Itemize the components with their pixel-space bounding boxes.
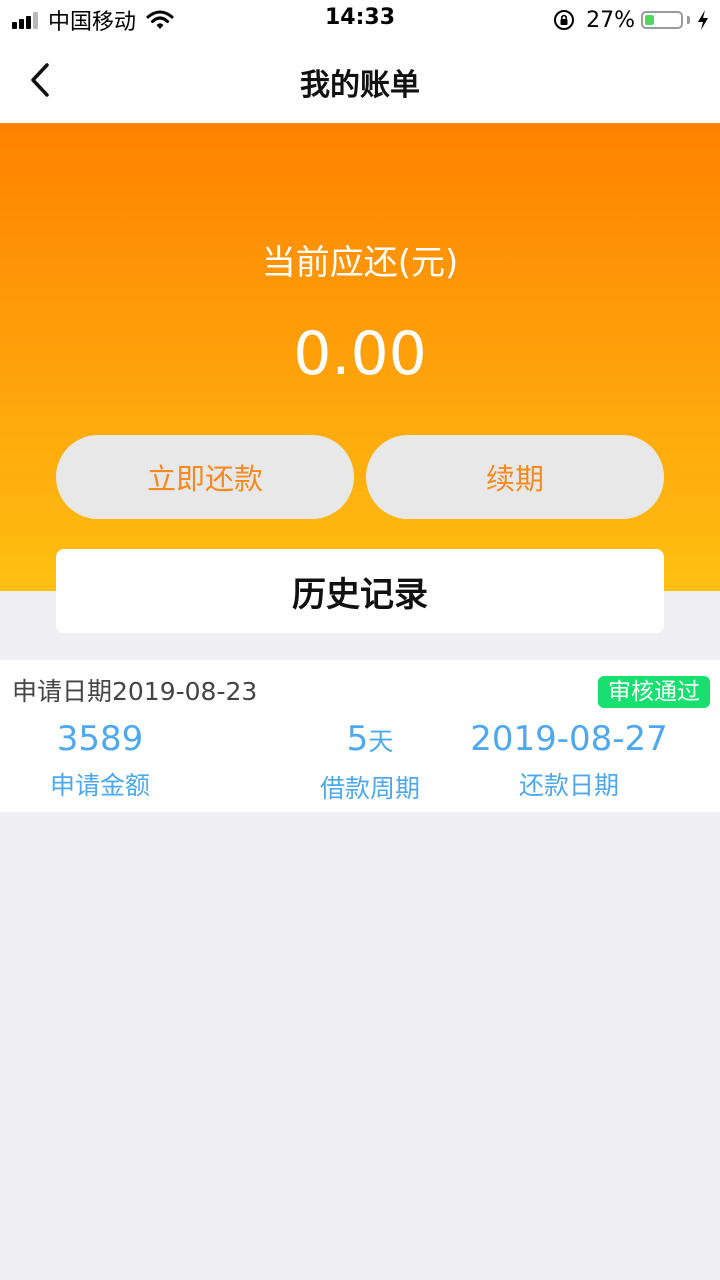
amount-due-value: 0.00 bbox=[293, 319, 427, 389]
apply-amount-label: 申请金额 bbox=[49, 771, 150, 800]
battery-level bbox=[645, 15, 654, 25]
due-date-value: 2019-08-27 bbox=[470, 719, 668, 759]
repay-now-button[interactable]: 立即还款 bbox=[56, 435, 354, 519]
loan-period-label: 借款周期 bbox=[319, 774, 420, 803]
status-right: 27% bbox=[552, 6, 710, 34]
status-badge: 审核通过 bbox=[598, 676, 710, 708]
orientation-lock-icon bbox=[554, 10, 575, 30]
due-date-label: 还款日期 bbox=[518, 771, 619, 800]
status-bar: 中国移动 14:33 27% bbox=[0, 0, 720, 40]
amount-due-label: 当前应还(元) bbox=[261, 243, 459, 283]
history-title: 历史记录 bbox=[292, 574, 428, 615]
apply-amount: 3589 申请金额 bbox=[20, 718, 180, 802]
nav-bar: 我的账单 bbox=[0, 40, 720, 123]
page-title: 我的账单 bbox=[300, 68, 420, 103]
battery-tip bbox=[687, 16, 690, 24]
loan-period: 5天 借款周期 bbox=[290, 718, 450, 805]
history-card[interactable]: 历史记录 bbox=[56, 549, 664, 633]
apply-amount-value: 3589 bbox=[56, 719, 144, 759]
renew-button[interactable]: 续期 bbox=[366, 435, 664, 519]
balance-header: 当前应还(元) 0.00 立即还款 续期 bbox=[0, 123, 720, 591]
loan-period-value: 5 bbox=[346, 719, 369, 759]
battery-icon bbox=[641, 11, 683, 29]
loan-period-unit: 天 bbox=[368, 727, 394, 756]
charging-bolt-icon bbox=[698, 10, 708, 30]
apply-date: 申请日期2019-08-23 bbox=[12, 677, 258, 706]
battery-percentage: 27% bbox=[586, 7, 635, 33]
loan-period-value-wrap: 5天 bbox=[290, 718, 450, 763]
list-item[interactable]: 申请日期2019-08-23 审核通过 3589 申请金额 5天 借款周期 20… bbox=[0, 660, 720, 812]
due-date: 2019-08-27 还款日期 bbox=[468, 718, 670, 802]
